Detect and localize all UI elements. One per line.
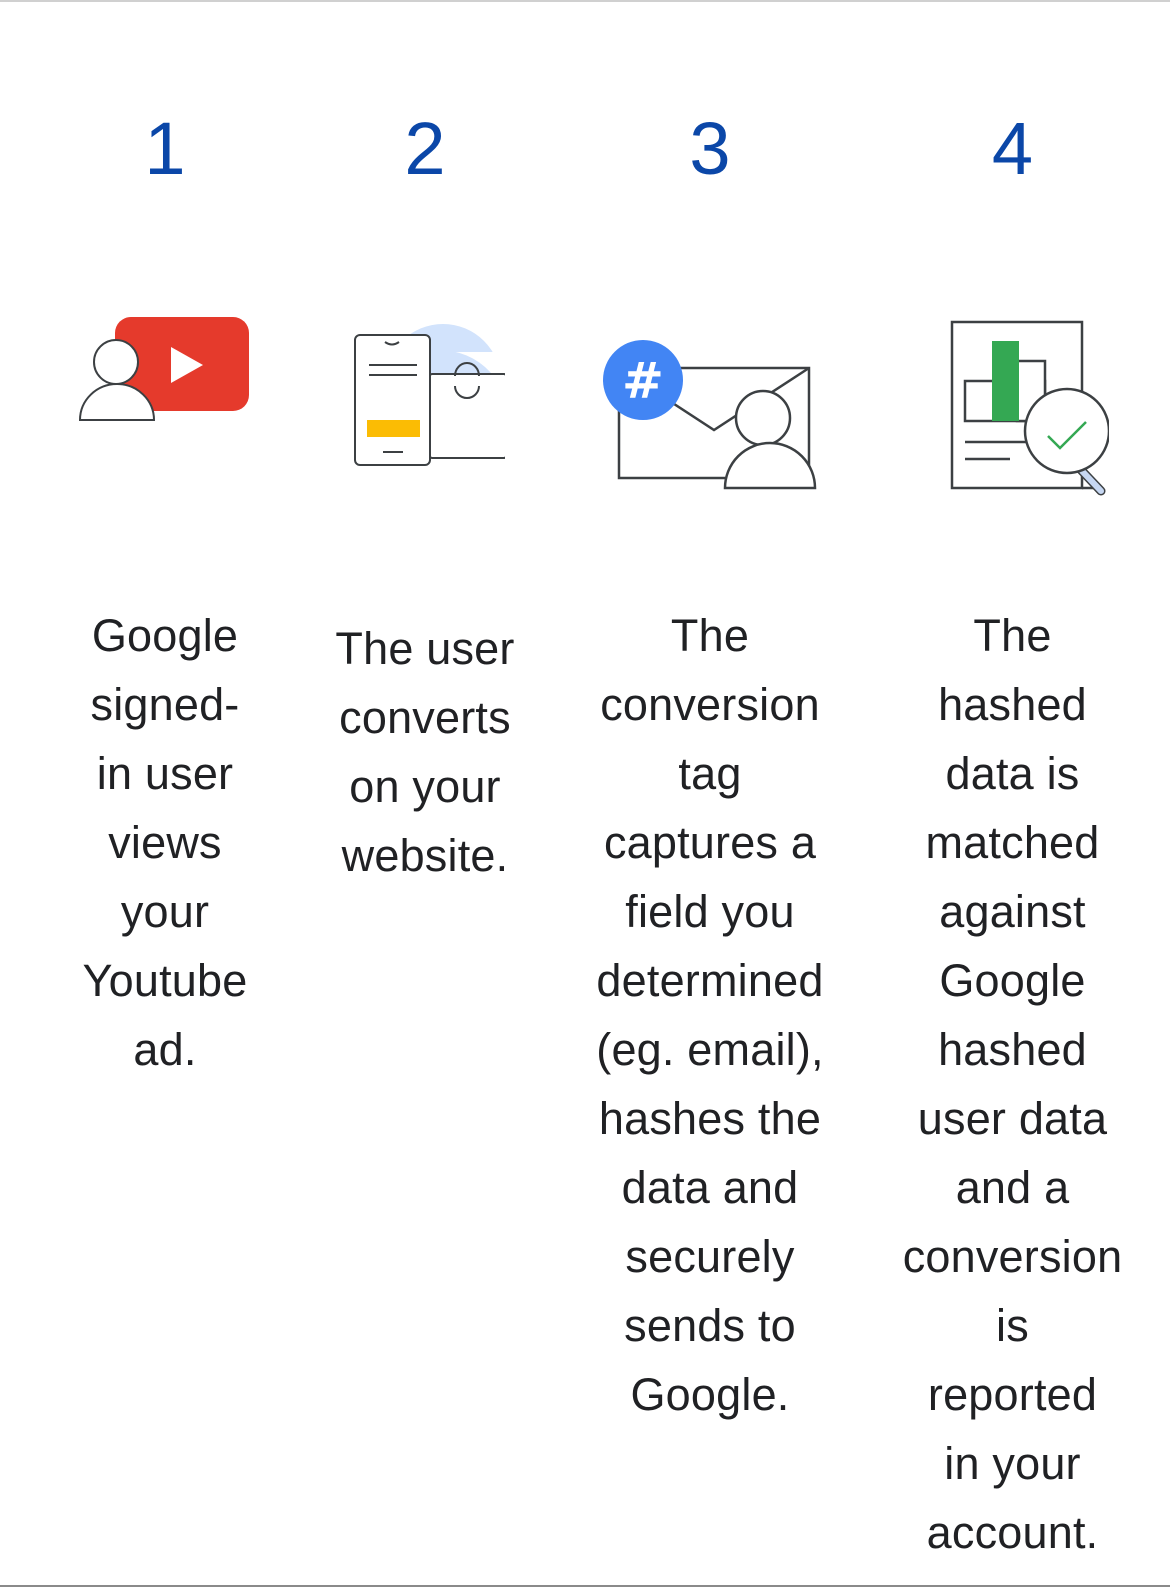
desc-line: in user — [96, 748, 234, 799]
desc-line: securely — [625, 1231, 795, 1282]
desc-line: conversion — [600, 679, 820, 730]
desc-line: matched — [925, 817, 1100, 868]
desc-line: sends to — [624, 1300, 796, 1351]
desc-line: views — [108, 817, 222, 868]
desc-line: against — [939, 886, 1086, 937]
desc-line: ad. — [133, 1024, 197, 1075]
desc-line: website. — [341, 830, 509, 881]
report-magnifier-check-icon — [917, 318, 1110, 505]
youtube-user-icon — [77, 312, 253, 427]
step-number: 1 — [144, 107, 186, 190]
desc-line: user data — [917, 1093, 1108, 1144]
step-description: The hashed data is matched against Googl… — [885, 601, 1140, 1567]
hash-symbol: # — [622, 352, 664, 410]
step-description: The conversion tag captures a field you … — [585, 601, 835, 1429]
desc-line: converts — [339, 692, 511, 743]
hashed-email-user-icon: # — [601, 338, 819, 499]
desc-line: in your — [944, 1438, 1081, 1489]
desc-line: The — [670, 610, 750, 661]
desc-line: captures a — [603, 817, 817, 868]
step-number: 3 — [689, 107, 731, 190]
desc-line: hashed — [938, 679, 1087, 730]
desc-line: Youtube — [82, 955, 248, 1006]
step-description: The user converts on your website. — [320, 614, 530, 890]
step-description: Google signed- in user views your Youtub… — [60, 601, 270, 1084]
desc-line: determined — [596, 955, 824, 1006]
desc-line: conversion — [902, 1231, 1123, 1282]
desc-line: is — [996, 1300, 1029, 1351]
phone-shopping-bag-icon — [345, 316, 507, 473]
desc-line: The — [973, 610, 1052, 661]
desc-line: tag — [678, 748, 742, 799]
desc-line: hashed — [938, 1024, 1087, 1075]
desc-line: data and — [621, 1162, 799, 1213]
desc-line: account. — [926, 1507, 1099, 1558]
desc-line: Google. — [630, 1369, 790, 1420]
desc-line: field you — [625, 886, 795, 937]
desc-line: Google — [91, 610, 239, 661]
desc-line: signed- — [90, 679, 240, 730]
desc-line: and a — [955, 1162, 1070, 1213]
step-number: 4 — [991, 107, 1034, 190]
desc-line: hashes the — [598, 1093, 822, 1144]
desc-line: reported — [927, 1369, 1098, 1420]
desc-line: data is — [945, 748, 1080, 799]
desc-line: your — [120, 886, 210, 937]
desc-line: (eg. email), — [596, 1024, 824, 1075]
desc-line: The user — [335, 623, 515, 674]
step-number: 2 — [404, 107, 446, 190]
desc-line: on your — [349, 761, 501, 812]
desc-line: Google — [939, 955, 1086, 1006]
